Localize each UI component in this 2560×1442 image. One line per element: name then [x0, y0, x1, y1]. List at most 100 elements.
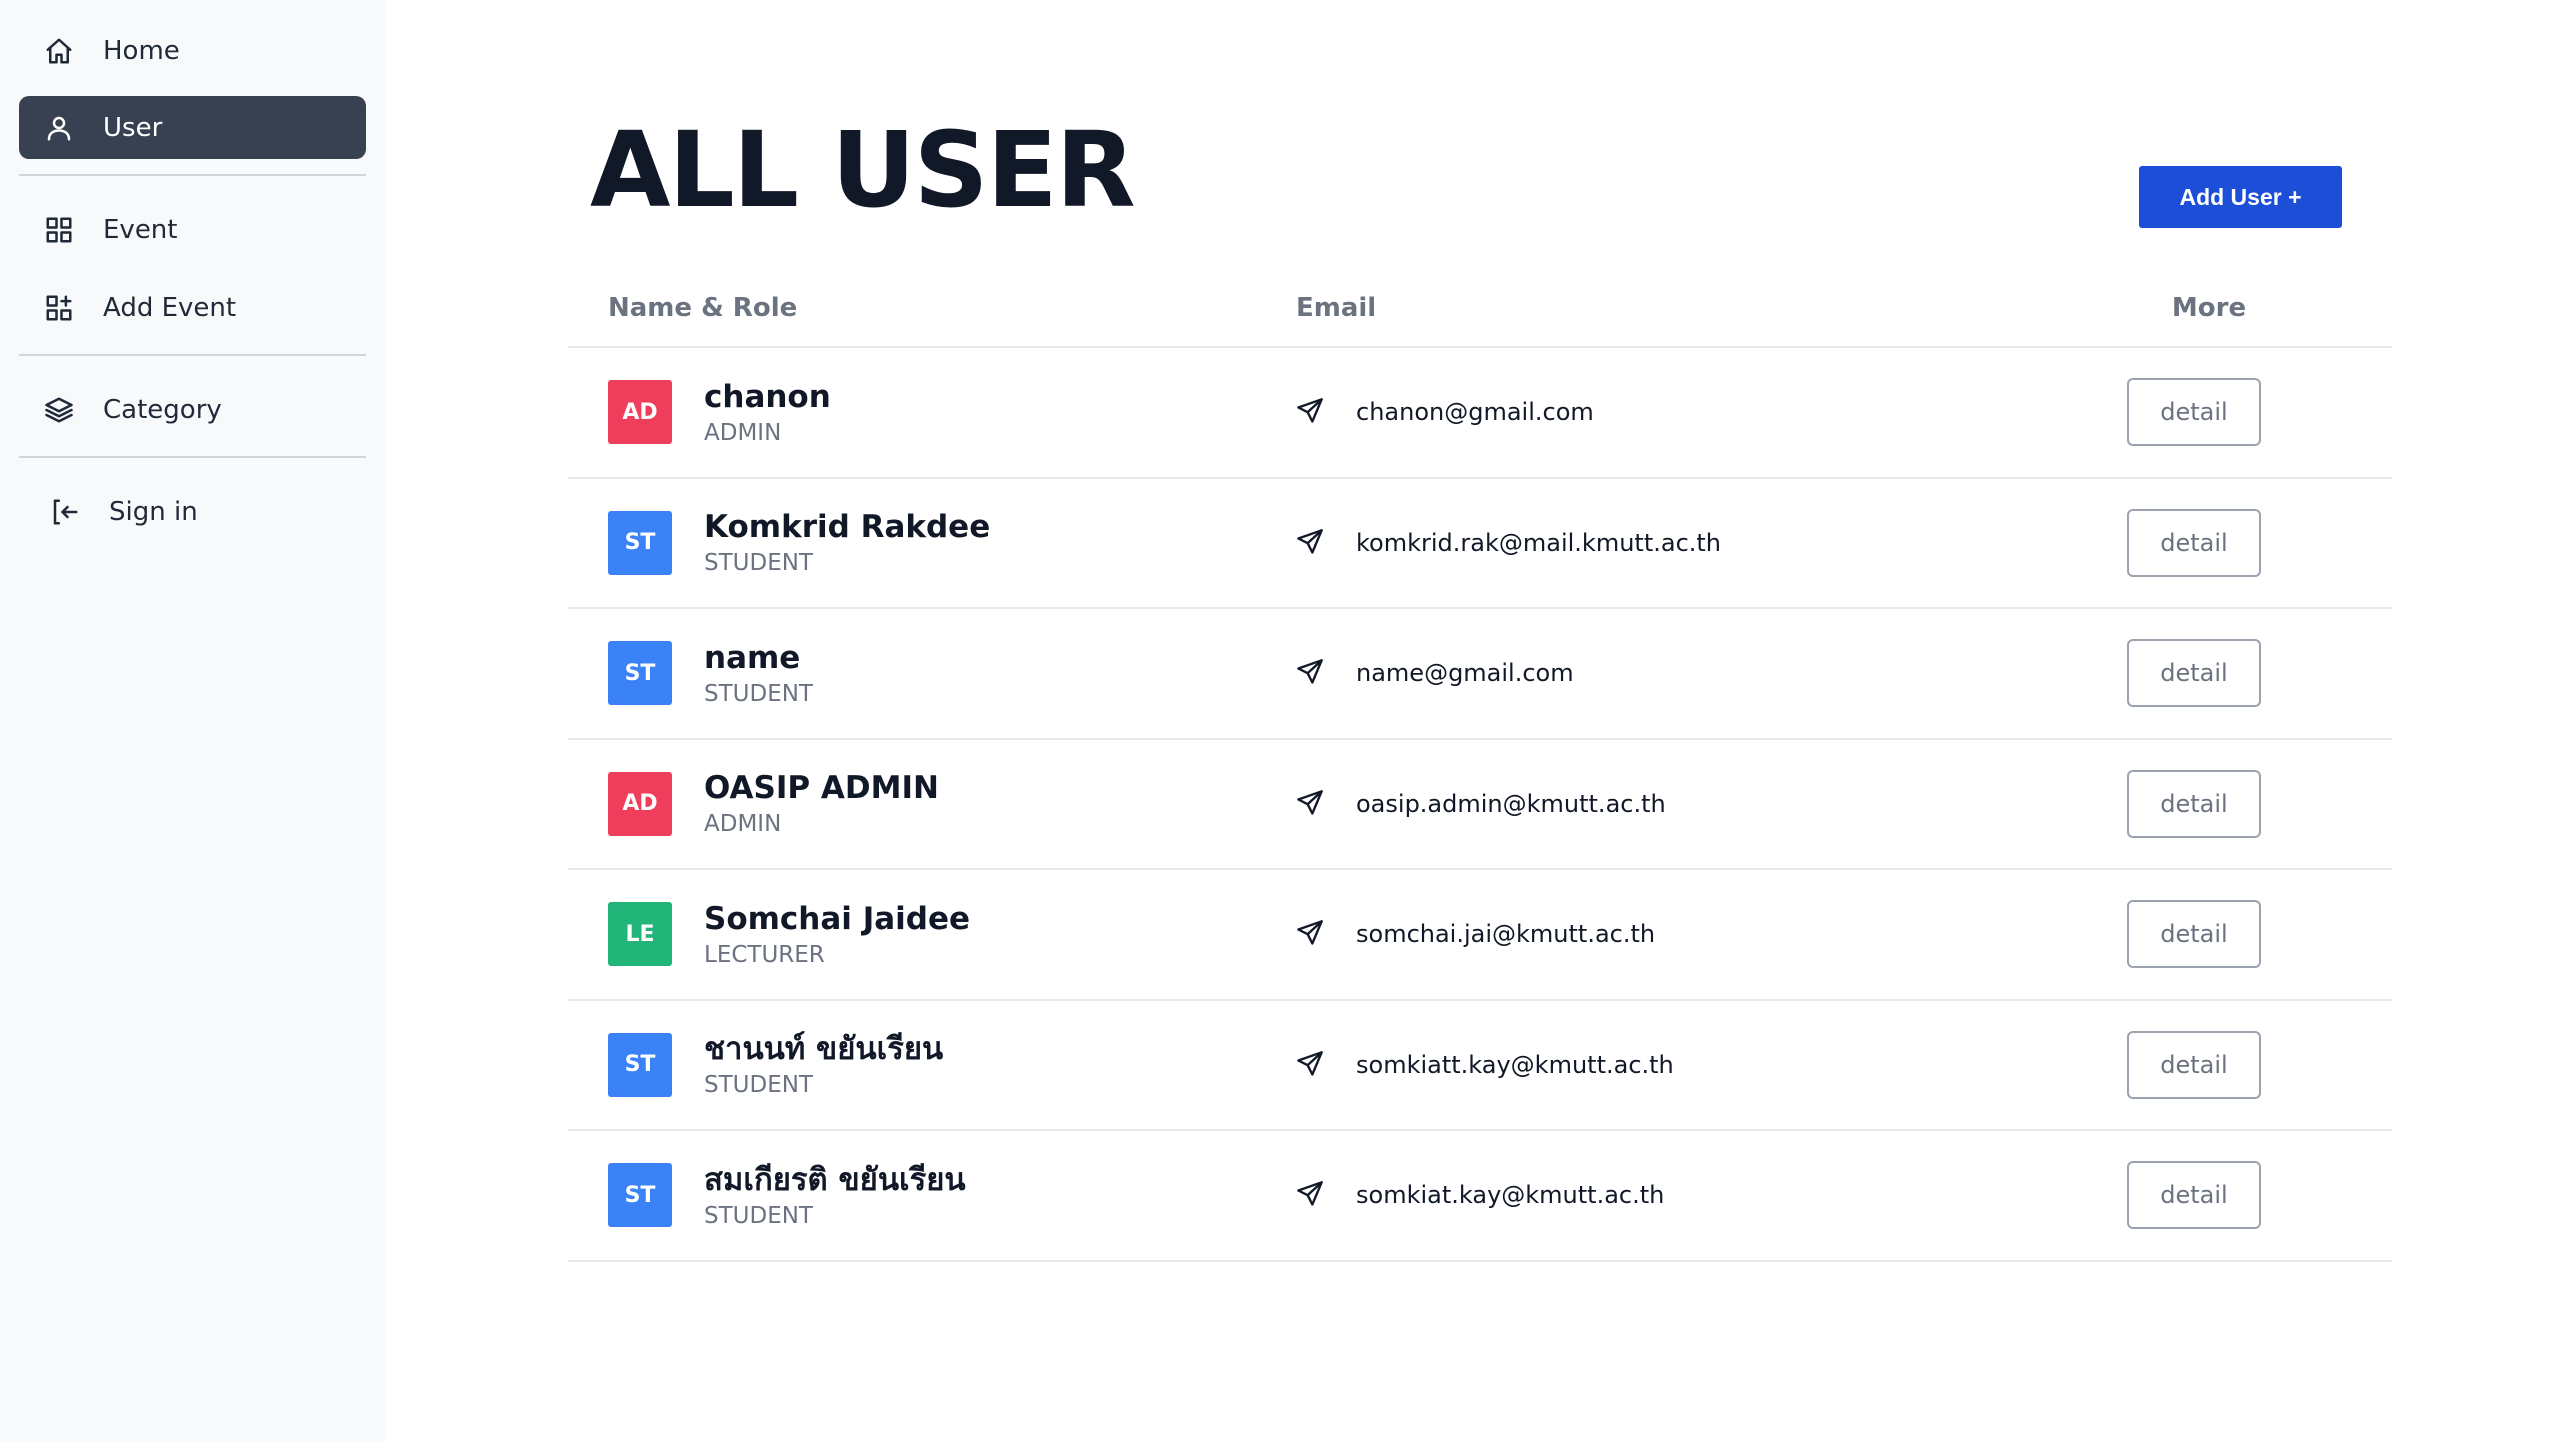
name-role-text: ชานนท์ ขยันเรียน STUDENT	[704, 1031, 943, 1098]
send-icon	[1296, 1180, 1326, 1210]
user-email: chanon@gmail.com	[1356, 398, 1594, 427]
user-name: สมเกียรติ ขยันเรียน	[704, 1161, 966, 1198]
home-icon	[43, 35, 75, 67]
sidebar-divider	[19, 174, 366, 176]
name-role-text: Komkrid Rakdee STUDENT	[704, 509, 990, 576]
sidebar-item-add-event[interactable]: Add Event	[19, 276, 366, 339]
table-row: ST ชานนท์ ขยันเรียน STUDENT somkiatt.kay…	[568, 1001, 2392, 1131]
user-email: somchai.jai@kmutt.ac.th	[1356, 920, 1656, 949]
more-cell: detail	[2066, 1161, 2392, 1230]
name-role-text: สมเกียรติ ขยันเรียน STUDENT	[704, 1162, 966, 1229]
user-name: Somchai Jaidee	[704, 900, 971, 937]
table-header: Name & Role Email More	[568, 270, 2392, 348]
user-email: oasip.admin@kmutt.ac.th	[1356, 789, 1666, 818]
user-role: STUDENT	[704, 1202, 813, 1229]
more-cell: detail	[2066, 769, 2392, 838]
sidebar-item-label: Event	[103, 214, 178, 245]
column-header-more: More	[2171, 293, 2247, 323]
user-email: somkiat.kay@kmutt.ac.th	[1356, 1181, 1665, 1210]
role-avatar: AD	[608, 380, 672, 445]
table-row: ST Komkrid Rakdee STUDENT komkrid.rak@ma…	[568, 479, 2392, 609]
user-role: STUDENT	[704, 550, 813, 577]
table-row: AD chanon ADMIN chanon@gmail.com detail	[568, 348, 2392, 479]
user-name: ชานนท์ ขยันเรียน	[704, 1031, 944, 1068]
user-name: chanon	[704, 378, 831, 415]
send-icon	[1296, 658, 1326, 688]
more-cell: detail	[2066, 900, 2392, 969]
email-cell: name@gmail.com	[1296, 658, 2066, 688]
detail-button[interactable]: detail	[2127, 508, 2261, 577]
email-cell: somkiatt.kay@kmutt.ac.th	[1296, 1050, 2066, 1080]
send-icon	[1296, 528, 1326, 558]
name-role-cell: LE Somchai Jaidee LECTURER	[568, 901, 1296, 968]
detail-button[interactable]: detail	[2127, 639, 2261, 708]
user-name: name	[704, 639, 801, 676]
users-table: Name & Role Email More AD chanon ADMIN c…	[568, 270, 2392, 1262]
name-role-cell: AD OASIP ADMIN ADMIN	[568, 770, 1296, 837]
user-name: Komkrid Rakdee	[704, 509, 991, 546]
user-email: name@gmail.com	[1356, 659, 1574, 688]
add-user-button[interactable]: Add User +	[2139, 166, 2342, 228]
column-header-email: Email	[1296, 293, 1377, 323]
email-cell: chanon@gmail.com	[1296, 397, 2066, 427]
user-role: ADMIN	[704, 811, 782, 838]
sidebar-item-label: User	[103, 112, 163, 143]
name-role-text: chanon ADMIN	[704, 379, 831, 446]
sidebar-item-home[interactable]: Home	[19, 19, 366, 82]
user-name: OASIP ADMIN	[704, 770, 939, 807]
email-cell: oasip.admin@kmutt.ac.th	[1296, 789, 2066, 819]
sidebar-item-category[interactable]: Category	[19, 378, 366, 441]
role-avatar: ST	[608, 641, 672, 706]
sidebar-item-label: Category	[103, 394, 222, 425]
send-icon	[1296, 789, 1326, 819]
detail-button[interactable]: detail	[2127, 1030, 2261, 1099]
main-content: ALL USER Add User + Name & Role Email Mo…	[385, 0, 2560, 1442]
user-email: somkiatt.kay@kmutt.ac.th	[1356, 1050, 1674, 1079]
role-avatar: ST	[608, 510, 672, 575]
page-title: ALL USER	[590, 109, 1136, 231]
more-cell: detail	[2066, 508, 2392, 577]
table-row: AD OASIP ADMIN ADMIN oasip.admin@kmutt.a…	[568, 740, 2392, 870]
name-role-cell: AD chanon ADMIN	[568, 379, 1296, 446]
sidebar-divider	[19, 456, 366, 458]
role-avatar: ST	[608, 1032, 672, 1097]
table-row: ST name STUDENT name@gmail.com detail	[568, 609, 2392, 740]
table-row: LE Somchai Jaidee LECTURER somchai.jai@k…	[568, 870, 2392, 1001]
send-icon	[1296, 397, 1326, 427]
email-cell: komkrid.rak@mail.kmutt.ac.th	[1296, 528, 2066, 558]
sidebar-item-sign-in[interactable]: Sign in	[19, 480, 366, 543]
role-avatar: AD	[608, 771, 672, 836]
user-role: LECTURER	[704, 941, 825, 968]
detail-button[interactable]: detail	[2127, 378, 2261, 447]
grid-add-icon	[43, 292, 75, 324]
layers-icon	[43, 394, 75, 426]
detail-button[interactable]: detail	[2127, 900, 2261, 969]
detail-button[interactable]: detail	[2127, 1161, 2261, 1230]
column-header-name-role: Name & Role	[608, 293, 798, 323]
name-role-text: name STUDENT	[704, 640, 813, 707]
user-icon	[43, 112, 75, 144]
user-role: STUDENT	[704, 1072, 813, 1099]
role-avatar: ST	[608, 1163, 672, 1228]
sidebar-divider	[19, 354, 366, 356]
table-row: ST สมเกียรติ ขยันเรียน STUDENT somkiat.k…	[568, 1131, 2392, 1262]
email-cell: somkiat.kay@kmutt.ac.th	[1296, 1180, 2066, 1210]
more-cell: detail	[2066, 378, 2392, 447]
more-cell: detail	[2066, 1030, 2392, 1099]
name-role-cell: ST ชานนท์ ขยันเรียน STUDENT	[568, 1031, 1296, 1098]
grid-icon	[43, 214, 75, 246]
sidebar-item-event[interactable]: Event	[19, 198, 366, 261]
table-body: AD chanon ADMIN chanon@gmail.com detail …	[568, 348, 2392, 1262]
name-role-cell: ST สมเกียรติ ขยันเรียน STUDENT	[568, 1162, 1296, 1229]
name-role-cell: ST Komkrid Rakdee STUDENT	[568, 509, 1296, 576]
send-icon	[1296, 919, 1326, 949]
more-cell: detail	[2066, 639, 2392, 708]
name-role-text: Somchai Jaidee LECTURER	[704, 901, 970, 968]
user-role: STUDENT	[704, 680, 813, 707]
detail-button[interactable]: detail	[2127, 769, 2261, 838]
sidebar-item-user[interactable]: User	[19, 96, 366, 159]
name-role-cell: ST name STUDENT	[568, 640, 1296, 707]
user-role: ADMIN	[704, 419, 782, 446]
role-avatar: LE	[608, 902, 672, 967]
sidebar: Home User Event Add Event Category Sign …	[0, 0, 385, 1442]
